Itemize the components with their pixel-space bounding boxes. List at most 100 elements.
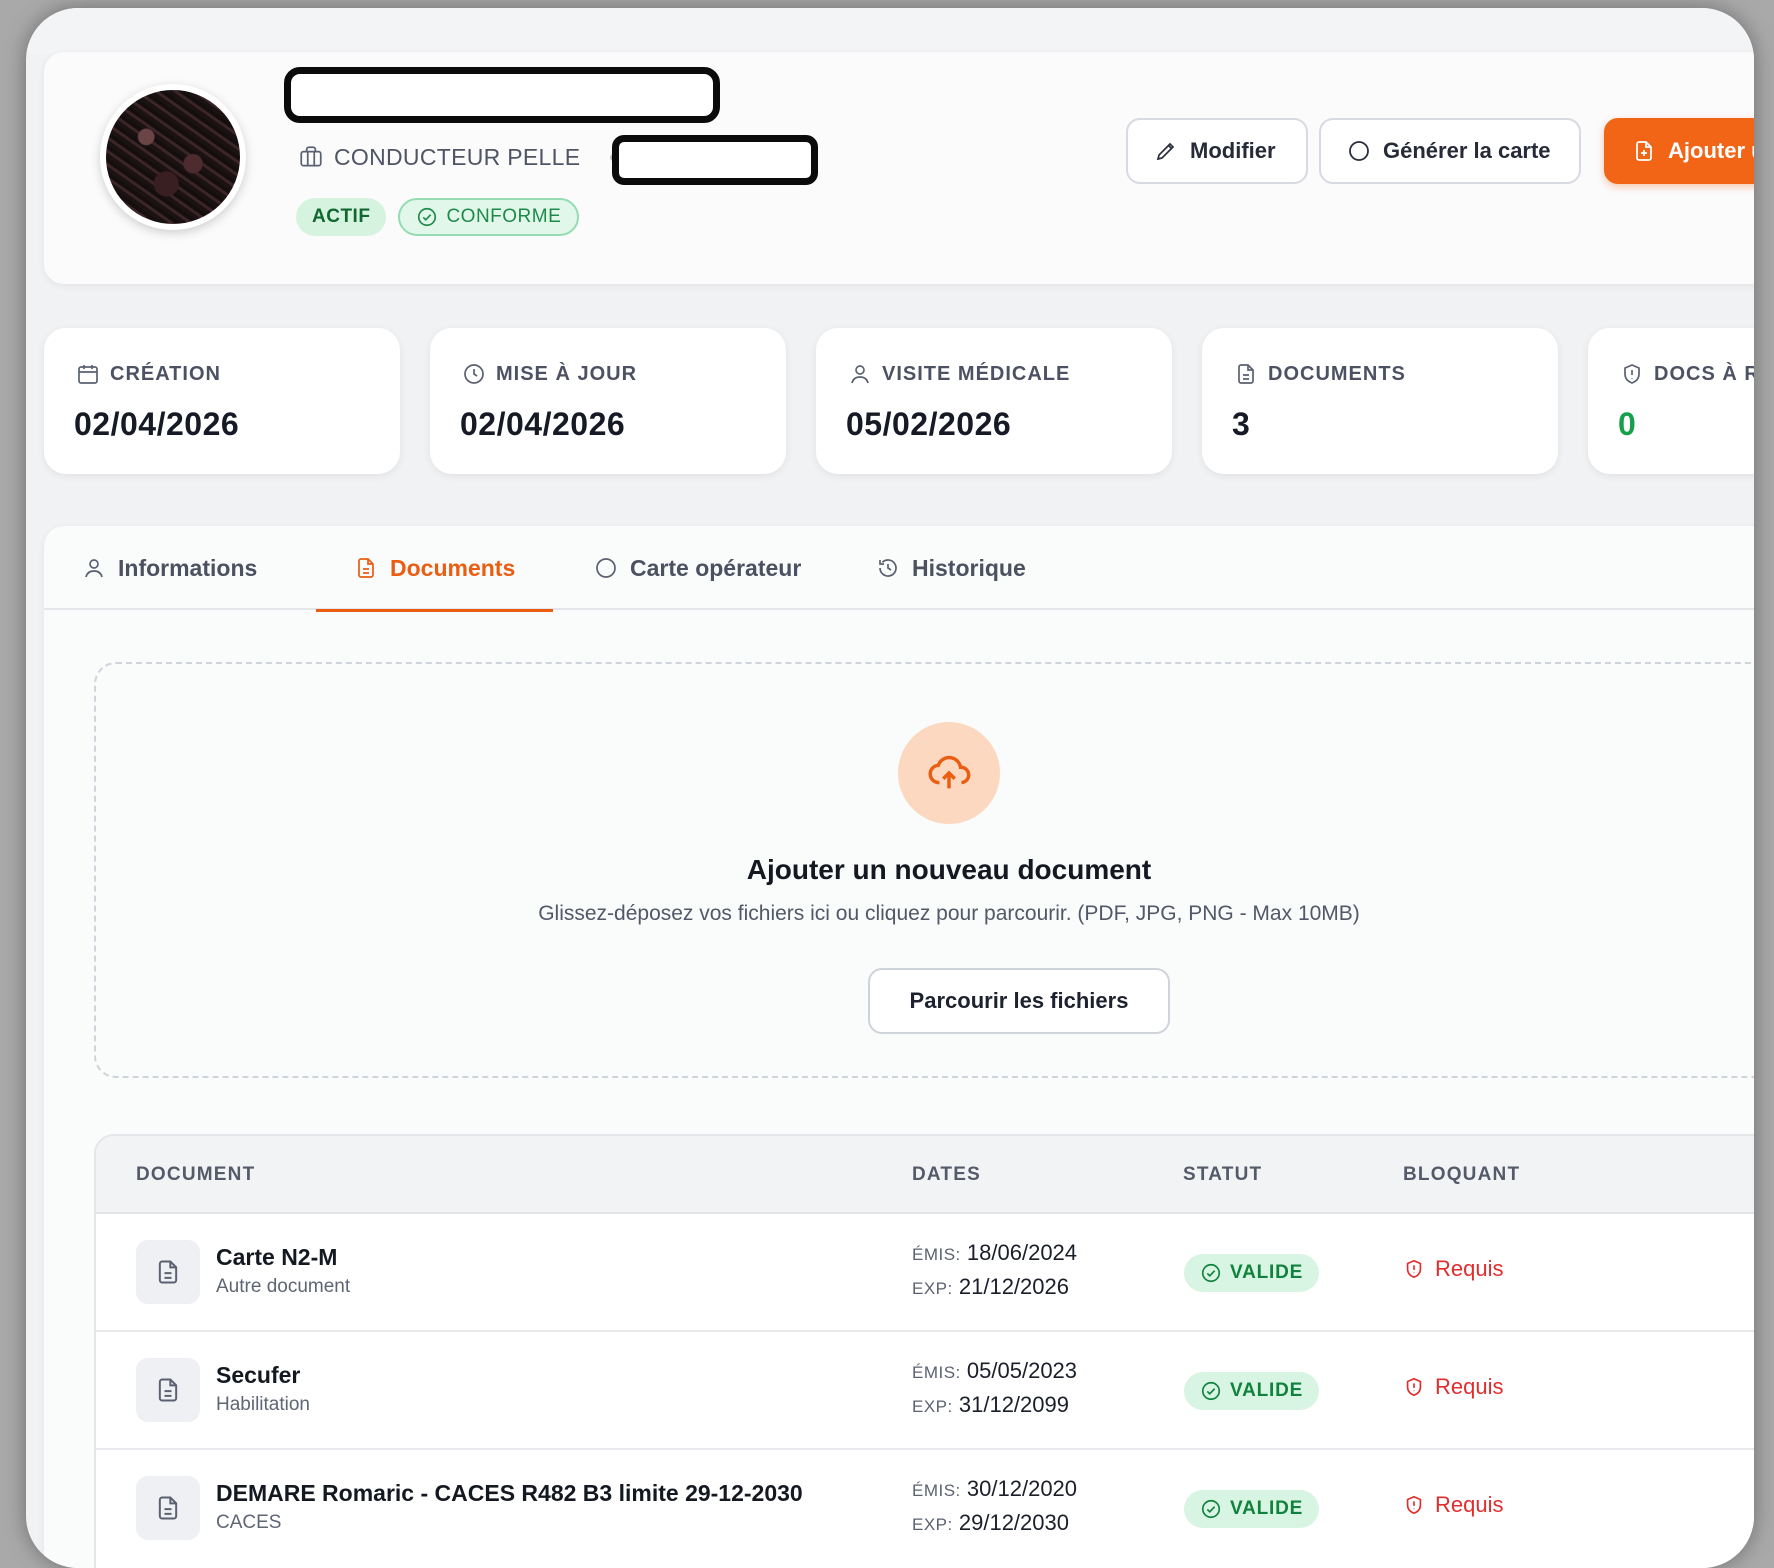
stat-label-text: CRÉATION	[110, 362, 221, 385]
file-plus-icon	[1636, 141, 1652, 161]
tab-label: Documents	[390, 554, 516, 581]
exp-value: 31/12/2099	[958, 1392, 1069, 1417]
top-strip	[26, 8, 1754, 54]
table-header: DOCUMENT DATES STATUT BLOQUANT	[96, 1136, 1754, 1214]
conforme-label: CONFORME	[446, 206, 562, 227]
document-name: DEMARE Romaric - CACES R482 B3 limite 29…	[216, 1480, 803, 1506]
emis-date: ÉMIS: 30/12/2020	[912, 1476, 1077, 1502]
file-text-icon	[158, 1496, 178, 1520]
conforme-badge: CONFORME	[398, 198, 580, 236]
role-row: CONDUCTEUR PELLE	[298, 142, 618, 172]
upload-icon-circle	[898, 722, 1000, 824]
stat-card-visite-medicale: VISITE MÉDICALE 05/02/2026	[816, 328, 1172, 474]
document-icon	[1238, 364, 1254, 384]
document-type: CACES	[216, 1512, 282, 1533]
status-badge: VALIDE	[1184, 1372, 1320, 1410]
stat-label: DOCUMENTS	[1234, 362, 1406, 386]
stat-label: VISITE MÉDICALE	[848, 362, 1070, 386]
check-circle-icon	[418, 207, 437, 227]
generer-carte-button[interactable]: Générer la carte	[1319, 118, 1581, 184]
check-circle-icon	[1201, 1499, 1221, 1519]
bloquant-label: Requis	[1435, 1492, 1504, 1517]
tab-carte-operateur[interactable]: Carte opérateur	[594, 526, 801, 610]
briefcase-icon	[300, 146, 322, 167]
document-icon	[358, 558, 374, 578]
stat-label: DOCS À R	[1620, 362, 1754, 386]
redacted-id	[612, 135, 818, 185]
stat-card-documents: DOCUMENTS 3	[1202, 328, 1558, 474]
generer-label: Générer la carte	[1383, 138, 1551, 163]
document-type: Autre document	[216, 1276, 351, 1297]
column-header-document: DOCUMENT	[136, 1164, 256, 1185]
profile-header: CONDUCTEUR PELLE ACTIF CONFORME Modifier…	[44, 52, 1754, 284]
tab-label: Historique	[912, 554, 1026, 581]
table-row[interactable]: DEMARE Romaric - CACES R482 B3 limite 29…	[96, 1450, 1754, 1568]
exp-date: EXP: 21/12/2026	[912, 1274, 1069, 1300]
bloquant-indicator: Requis	[1403, 1256, 1503, 1282]
actif-badge: ACTIF	[296, 198, 387, 236]
stat-value: 05/02/2026	[846, 406, 1012, 442]
check-circle-icon	[1201, 1381, 1221, 1401]
tab-label: Carte opérateur	[630, 554, 802, 581]
alert-shield-icon	[1406, 1377, 1422, 1397]
shield-icon	[1624, 364, 1640, 384]
column-header-bloquant: BLOQUANT	[1403, 1164, 1521, 1185]
redacted-name	[284, 67, 720, 123]
stat-label: MISE À JOUR	[462, 362, 637, 386]
file-text-icon	[158, 1260, 178, 1284]
stat-value: 0	[1618, 406, 1637, 442]
bloquant-label: Requis	[1435, 1374, 1504, 1399]
table-row[interactable]: Secufer Habilitation ÉMIS: 05/05/2023 EX…	[96, 1332, 1754, 1450]
file-text-icon	[158, 1378, 178, 1402]
table-row[interactable]: Carte N2-M Autre document ÉMIS: 18/06/20…	[96, 1214, 1754, 1332]
avatar	[100, 84, 246, 230]
tab-historique[interactable]: Historique	[876, 526, 1026, 610]
stat-label-text: MISE À JOUR	[496, 362, 638, 385]
tab-documents[interactable]: Documents	[315, 526, 554, 612]
emis-date: ÉMIS: 18/06/2024	[912, 1240, 1077, 1266]
document-name: Carte N2-M	[216, 1244, 338, 1270]
status-label: VALIDE	[1230, 1262, 1304, 1283]
status-badge: VALIDE	[1184, 1254, 1320, 1292]
role-label: CONDUCTEUR PELLE	[334, 143, 581, 170]
user-icon	[85, 559, 103, 578]
emis-value: 18/06/2024	[966, 1240, 1078, 1265]
modifier-button[interactable]: Modifier	[1126, 118, 1308, 184]
clock-icon	[464, 364, 484, 384]
exp-value: 21/12/2026	[958, 1274, 1069, 1299]
status-label: VALIDE	[1230, 1380, 1304, 1401]
bloquant-indicator: Requis	[1403, 1492, 1503, 1518]
stat-value: 02/04/2026	[74, 406, 240, 442]
app-window: CONDUCTEUR PELLE ACTIF CONFORME Modifier…	[26, 8, 1754, 1568]
check-circle-icon	[1201, 1263, 1221, 1283]
bloquant-indicator: Requis	[1403, 1374, 1503, 1400]
file-icon-box	[136, 1240, 200, 1304]
modifier-label: Modifier	[1190, 138, 1276, 163]
tab-label: Informations	[118, 554, 258, 581]
file-icon-box	[136, 1358, 200, 1422]
document-name: Secufer	[216, 1362, 301, 1388]
emis-label: ÉMIS:	[912, 1245, 961, 1264]
ajouter-label: Ajouter un	[1668, 138, 1754, 163]
cloud-upload-icon	[928, 755, 971, 789]
exp-date: EXP: 31/12/2099	[912, 1392, 1069, 1418]
emis-date: ÉMIS: 05/05/2023	[912, 1358, 1077, 1384]
document-type: Habilitation	[216, 1394, 310, 1415]
browse-files-button[interactable]: Parcourir les fichiers	[868, 968, 1170, 1034]
pencil-icon	[1156, 142, 1175, 161]
stat-value: 3	[1232, 406, 1251, 442]
column-header-dates: DATES	[912, 1164, 981, 1185]
column-header-statut: STATUT	[1183, 1164, 1263, 1185]
exp-label: EXP:	[912, 1279, 953, 1298]
tab-informations[interactable]: Informations	[82, 526, 257, 610]
stat-card-docs-a-renouveler: DOCS À R 0	[1588, 328, 1754, 474]
status-label: VALIDE	[1230, 1498, 1304, 1519]
emis-value: 30/12/2020	[966, 1476, 1078, 1501]
ajouter-button[interactable]: Ajouter un	[1604, 118, 1754, 184]
bloquant-label: Requis	[1435, 1256, 1504, 1281]
status-badges: ACTIF CONFORME	[296, 198, 580, 236]
exp-label: EXP:	[912, 1515, 953, 1534]
exp-value: 29/12/2030	[958, 1510, 1069, 1535]
dropzone-subtitle: Glissez-déposez vos fichiers ici ou cliq…	[538, 902, 1360, 925]
documents-table: DOCUMENT DATES STATUT BLOQUANT Carte N2-…	[94, 1134, 1754, 1568]
